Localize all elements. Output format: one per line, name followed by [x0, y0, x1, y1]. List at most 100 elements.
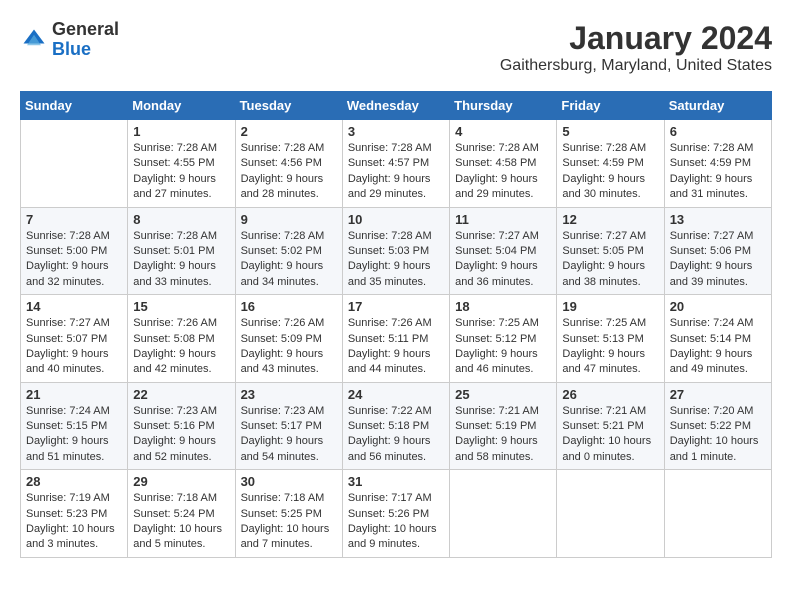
day-number: 30: [241, 474, 337, 489]
day-number: 22: [133, 387, 229, 402]
day-number: 19: [562, 299, 658, 314]
day-number: 21: [26, 387, 122, 402]
day-info: Sunrise: 7:28 AM Sunset: 4:58 PM Dayligh…: [455, 141, 551, 203]
calendar-cell: 24 Sunrise: 7:22 AM Sunset: 5:18 PM Dayli…: [342, 382, 449, 470]
day-info: Sunrise: 7:21 AM Sunset: 5:19 PM Dayligh…: [455, 404, 551, 466]
calendar-cell: 12 Sunrise: 7:27 AM Sunset: 5:05 PM Dayli…: [557, 207, 664, 295]
header-sunday: Sunday: [21, 92, 128, 120]
day-number: 5: [562, 124, 658, 139]
day-info: Sunrise: 7:27 AM Sunset: 5:05 PM Dayligh…: [562, 229, 658, 291]
day-info: Sunrise: 7:28 AM Sunset: 4:57 PM Dayligh…: [348, 141, 444, 203]
day-info: Sunrise: 7:23 AM Sunset: 5:17 PM Dayligh…: [241, 404, 337, 466]
calendar-cell: 6Sunrise: 7:28 AM Sunset: 4:59 PM Daylig…: [664, 120, 771, 208]
day-info: Sunrise: 7:27 AM Sunset: 5:07 PM Dayligh…: [26, 316, 122, 378]
day-number: 10: [348, 212, 444, 227]
day-info: Sunrise: 7:28 AM Sunset: 5:00 PM Dayligh…: [26, 229, 122, 291]
header-thursday: Thursday: [450, 92, 557, 120]
header-monday: Monday: [128, 92, 235, 120]
week-row-1: 1 Sunrise: 7:28 AM Sunset: 4:55 PM Daylig…: [21, 120, 772, 208]
week-row-3: 14 Sunrise: 7:27 AM Sunset: 5:07 PM Dayli…: [21, 295, 772, 383]
calendar-cell: [450, 470, 557, 558]
day-info: Sunrise: 7:22 AM Sunset: 5:18 PM Dayligh…: [348, 404, 444, 466]
header-tuesday: Tuesday: [235, 92, 342, 120]
day-number: 26: [562, 387, 658, 402]
week-row-4: 21 Sunrise: 7:24 AM Sunset: 5:15 PM Dayli…: [21, 382, 772, 470]
day-info: Sunrise: 7:20 AM Sunset: 5:22 PM Dayligh…: [670, 404, 766, 466]
day-number: 3: [348, 124, 444, 139]
day-number: 1: [133, 124, 229, 139]
calendar-cell: 9 Sunrise: 7:28 AM Sunset: 5:02 PM Daylig…: [235, 207, 342, 295]
day-number: 23: [241, 387, 337, 402]
day-number: 11: [455, 212, 551, 227]
day-info: Sunrise: 7:19 AM Sunset: 5:23 PM Dayligh…: [26, 491, 122, 553]
day-info: Sunrise: 7:28 AM Sunset: 4:55 PM Dayligh…: [133, 141, 229, 203]
day-number: 8: [133, 212, 229, 227]
day-info: Sunrise: 7:26 AM Sunset: 5:08 PM Dayligh…: [133, 316, 229, 378]
day-number: 7: [26, 212, 122, 227]
calendar-cell: 21 Sunrise: 7:24 AM Sunset: 5:15 PM Dayli…: [21, 382, 128, 470]
title-block: January 2024 Gaithersburg, Maryland, Uni…: [500, 20, 772, 75]
day-info: Sunrise: 7:17 AM Sunset: 5:26 PM Dayligh…: [348, 491, 444, 553]
header-wednesday: Wednesday: [342, 92, 449, 120]
calendar-cell: 31Sunrise: 7:17 AM Sunset: 5:26 PM Dayli…: [342, 470, 449, 558]
calendar-cell: 1 Sunrise: 7:28 AM Sunset: 4:55 PM Daylig…: [128, 120, 235, 208]
day-number: 18: [455, 299, 551, 314]
day-number: 17: [348, 299, 444, 314]
day-info: Sunrise: 7:28 AM Sunset: 4:56 PM Dayligh…: [241, 141, 337, 203]
logo-icon: [20, 26, 48, 54]
calendar-subtitle: Gaithersburg, Maryland, United States: [500, 57, 772, 75]
day-number: 12: [562, 212, 658, 227]
day-info: Sunrise: 7:21 AM Sunset: 5:21 PM Dayligh…: [562, 404, 658, 466]
day-info: Sunrise: 7:23 AM Sunset: 5:16 PM Dayligh…: [133, 404, 229, 466]
calendar-cell: 25 Sunrise: 7:21 AM Sunset: 5:19 PM Dayli…: [450, 382, 557, 470]
day-number: 29: [133, 474, 229, 489]
day-info: Sunrise: 7:28 AM Sunset: 5:01 PM Dayligh…: [133, 229, 229, 291]
calendar-cell: 3 Sunrise: 7:28 AM Sunset: 4:57 PM Daylig…: [342, 120, 449, 208]
calendar-cell: [664, 470, 771, 558]
day-info: Sunrise: 7:18 AM Sunset: 5:24 PM Dayligh…: [133, 491, 229, 553]
calendar-cell: 22 Sunrise: 7:23 AM Sunset: 5:16 PM Dayli…: [128, 382, 235, 470]
week-row-2: 7 Sunrise: 7:28 AM Sunset: 5:00 PM Daylig…: [21, 207, 772, 295]
calendar-cell: 7 Sunrise: 7:28 AM Sunset: 5:00 PM Daylig…: [21, 207, 128, 295]
day-number: 24: [348, 387, 444, 402]
calendar-title: January 2024: [500, 20, 772, 57]
day-number: 9: [241, 212, 337, 227]
day-number: 25: [455, 387, 551, 402]
day-number: 2: [241, 124, 337, 139]
calendar-cell: 16 Sunrise: 7:26 AM Sunset: 5:09 PM Dayli…: [235, 295, 342, 383]
day-number: 16: [241, 299, 337, 314]
calendar-cell: 26 Sunrise: 7:21 AM Sunset: 5:21 PM Dayli…: [557, 382, 664, 470]
header-saturday: Saturday: [664, 92, 771, 120]
calendar-cell: 19 Sunrise: 7:25 AM Sunset: 5:13 PM Dayli…: [557, 295, 664, 383]
day-info: Sunrise: 7:26 AM Sunset: 5:11 PM Dayligh…: [348, 316, 444, 378]
calendar-cell: 27 Sunrise: 7:20 AM Sunset: 5:22 PM Dayli…: [664, 382, 771, 470]
day-info: Sunrise: 7:18 AM Sunset: 5:25 PM Dayligh…: [241, 491, 337, 553]
logo: General Blue: [20, 20, 119, 60]
calendar-cell: 2 Sunrise: 7:28 AM Sunset: 4:56 PM Daylig…: [235, 120, 342, 208]
day-info: Sunrise: 7:24 AM Sunset: 5:15 PM Dayligh…: [26, 404, 122, 466]
day-info: Sunrise: 7:25 AM Sunset: 5:13 PM Dayligh…: [562, 316, 658, 378]
day-number: 27: [670, 387, 766, 402]
calendar-cell: 29 Sunrise: 7:18 AM Sunset: 5:24 PM Dayli…: [128, 470, 235, 558]
calendar-table: SundayMondayTuesdayWednesdayThursdayFrid…: [20, 91, 772, 558]
header-friday: Friday: [557, 92, 664, 120]
calendar-cell: 17 Sunrise: 7:26 AM Sunset: 5:11 PM Dayli…: [342, 295, 449, 383]
calendar-cell: 4Sunrise: 7:28 AM Sunset: 4:58 PM Daylig…: [450, 120, 557, 208]
day-number: 28: [26, 474, 122, 489]
logo-general-text: General: [52, 19, 119, 39]
calendar-cell: 14 Sunrise: 7:27 AM Sunset: 5:07 PM Dayli…: [21, 295, 128, 383]
calendar-cell: 8 Sunrise: 7:28 AM Sunset: 5:01 PM Daylig…: [128, 207, 235, 295]
week-row-5: 28 Sunrise: 7:19 AM Sunset: 5:23 PM Dayli…: [21, 470, 772, 558]
day-number: 20: [670, 299, 766, 314]
day-info: Sunrise: 7:28 AM Sunset: 5:02 PM Dayligh…: [241, 229, 337, 291]
calendar-cell: 5 Sunrise: 7:28 AM Sunset: 4:59 PM Daylig…: [557, 120, 664, 208]
calendar-cell: 13Sunrise: 7:27 AM Sunset: 5:06 PM Dayli…: [664, 207, 771, 295]
calendar-cell: 11Sunrise: 7:27 AM Sunset: 5:04 PM Dayli…: [450, 207, 557, 295]
calendar-cell: [557, 470, 664, 558]
day-info: Sunrise: 7:28 AM Sunset: 4:59 PM Dayligh…: [562, 141, 658, 203]
calendar-cell: 15Sunrise: 7:26 AM Sunset: 5:08 PM Dayli…: [128, 295, 235, 383]
day-info: Sunrise: 7:26 AM Sunset: 5:09 PM Dayligh…: [241, 316, 337, 378]
day-info: Sunrise: 7:25 AM Sunset: 5:12 PM Dayligh…: [455, 316, 551, 378]
day-number: 13: [670, 212, 766, 227]
day-number: 14: [26, 299, 122, 314]
